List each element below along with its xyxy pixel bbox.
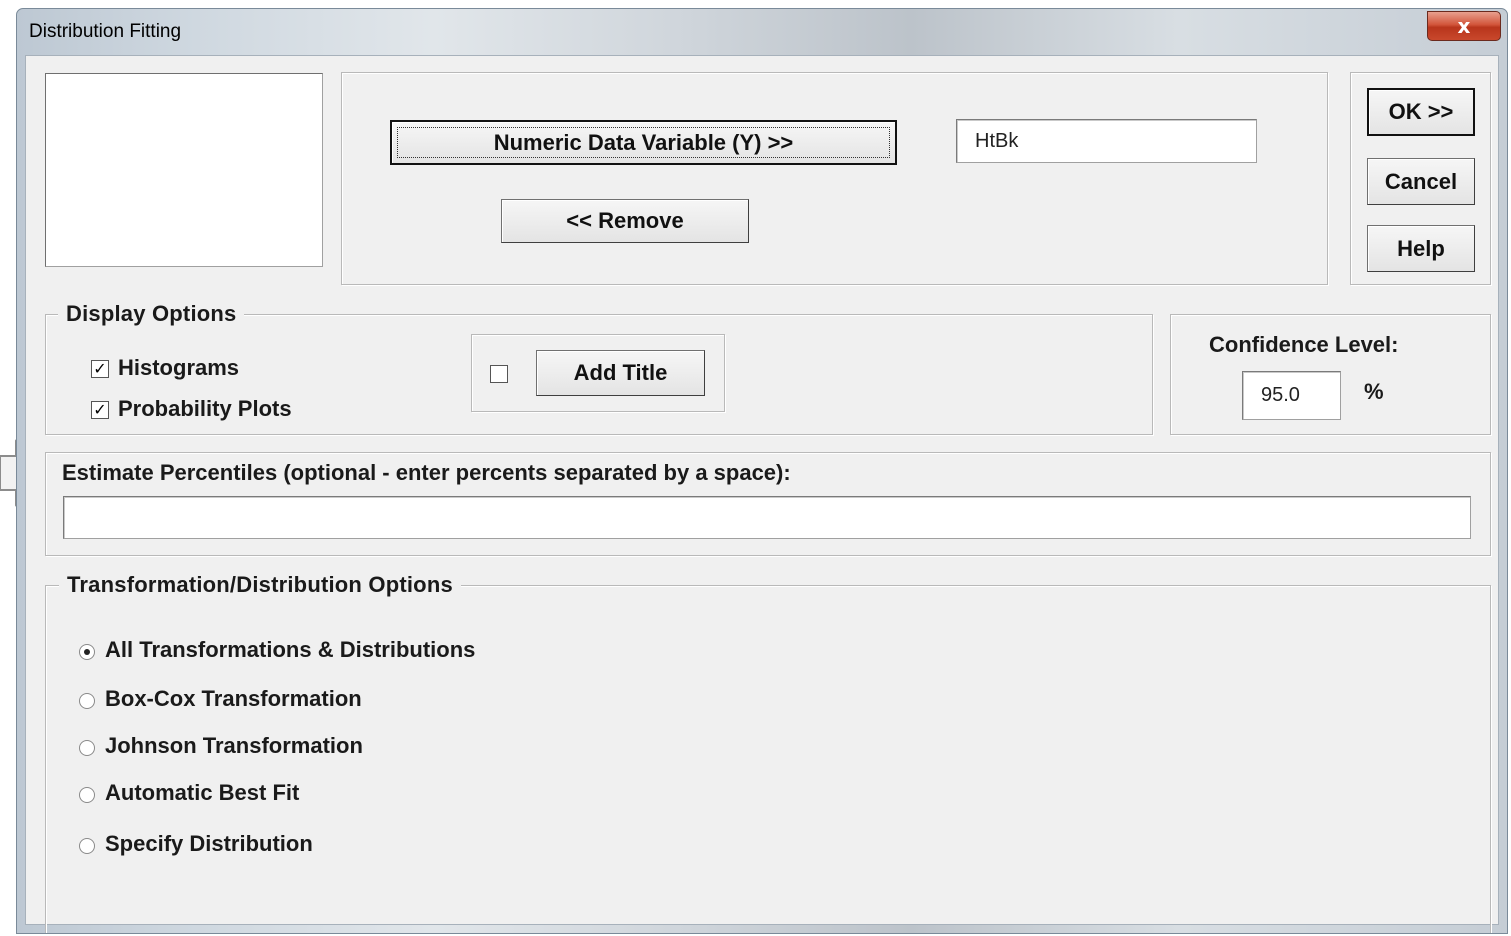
- close-button[interactable]: x: [1427, 11, 1501, 41]
- cancel-button[interactable]: Cancel: [1367, 158, 1475, 205]
- percentiles-label: Estimate Percentiles (optional - enter p…: [62, 460, 791, 485]
- option-johnson[interactable]: Johnson Transformation: [105, 733, 363, 759]
- radio-box-cox[interactable]: [79, 693, 95, 709]
- option-box-cox[interactable]: Box-Cox Transformation: [105, 686, 362, 712]
- radio-specify-distribution[interactable]: [79, 838, 95, 854]
- histograms-checkbox[interactable]: ✓: [91, 360, 109, 378]
- option-automatic-best-fit[interactable]: Automatic Best Fit: [105, 780, 299, 806]
- display-options-group: Display Options ✓ Histograms ✓ Probabili…: [45, 301, 1153, 435]
- title-bar[interactable]: Distribution Fitting x: [17, 9, 1507, 55]
- radio-johnson[interactable]: [79, 740, 95, 756]
- transformation-options-group: Transformation/Distribution Options All …: [45, 572, 1491, 933]
- remove-button[interactable]: << Remove: [501, 199, 749, 243]
- window-title: Distribution Fitting: [29, 21, 182, 42]
- transformation-options-legend: Transformation/Distribution Options: [59, 572, 461, 598]
- variable-list[interactable]: [45, 73, 323, 267]
- ok-button[interactable]: OK >>: [1367, 88, 1475, 136]
- dialog-window: Distribution Fitting x Numeric Data Vari…: [16, 8, 1508, 934]
- percentiles-group: Estimate Percentiles (optional - enter p…: [45, 452, 1491, 556]
- radio-all-transformations[interactable]: [79, 644, 95, 660]
- numeric-data-field[interactable]: HtBk: [956, 119, 1257, 163]
- probability-plots-label: Probability Plots: [118, 396, 292, 421]
- confidence-level-group: Confidence Level: 95.0 %: [1170, 314, 1491, 435]
- confidence-unit: %: [1364, 379, 1384, 404]
- percentiles-input[interactable]: [63, 496, 1471, 539]
- confidence-level-label: Confidence Level:: [1209, 332, 1399, 357]
- histograms-label: Histograms: [118, 355, 240, 380]
- input-panel: Numeric Data Variable (Y) >> << Remove H…: [341, 72, 1328, 285]
- help-button[interactable]: Help: [1367, 225, 1475, 272]
- add-title-panel: Add Title: [471, 334, 725, 412]
- confidence-level-input[interactable]: 95.0: [1242, 371, 1341, 420]
- dialog-client-area: Numeric Data Variable (Y) >> << Remove H…: [25, 55, 1499, 933]
- numeric-data-variable-button[interactable]: Numeric Data Variable (Y) >>: [390, 120, 897, 165]
- display-options-legend: Display Options: [58, 301, 245, 327]
- probability-plots-checkbox[interactable]: ✓: [91, 401, 109, 419]
- option-all-transformations[interactable]: All Transformations & Distributions: [105, 637, 475, 663]
- add-title-button[interactable]: Add Title: [536, 350, 705, 396]
- option-specify-distribution[interactable]: Specify Distribution: [105, 831, 313, 857]
- add-title-checkbox[interactable]: [490, 365, 508, 383]
- radio-automatic-best-fit[interactable]: [79, 787, 95, 803]
- action-buttons-panel: OK >> Cancel Help: [1350, 72, 1491, 285]
